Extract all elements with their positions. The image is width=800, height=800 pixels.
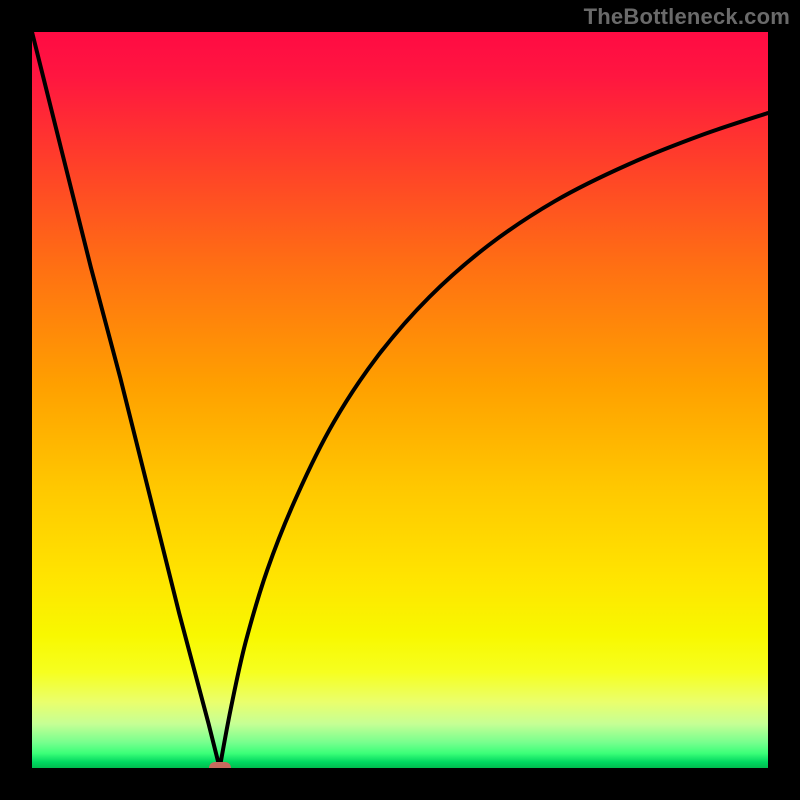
watermark-label: TheBottleneck.com <box>584 4 790 30</box>
bottleneck-curve <box>32 32 768 768</box>
chart-frame: TheBottleneck.com <box>0 0 800 800</box>
plot-area <box>32 32 768 768</box>
minimum-marker <box>209 762 231 768</box>
curve-path <box>32 32 768 768</box>
